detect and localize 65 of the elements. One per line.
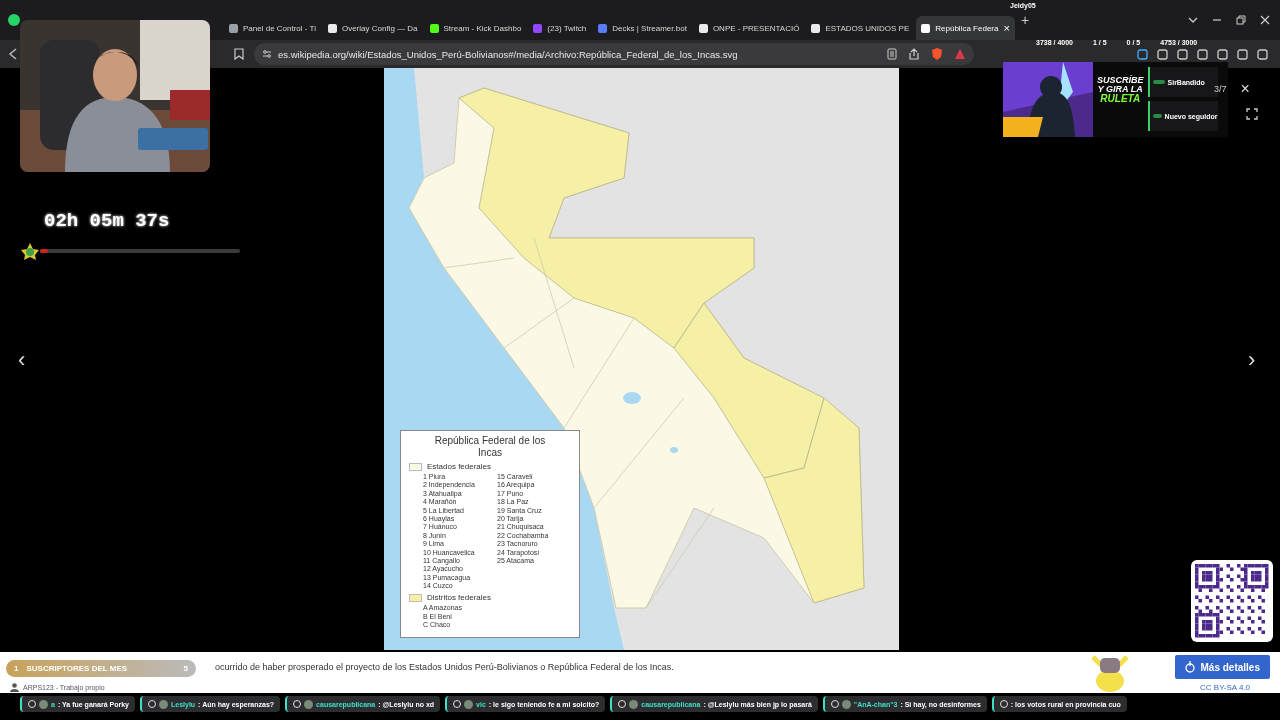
toolbar-icon[interactable] (1217, 48, 1228, 60)
close-button[interactable]: × (1240, 80, 1250, 98)
note-icon (293, 700, 302, 708)
avatar-icon (841, 699, 851, 709)
subscribers-banner: 1 SUSCRIPTORES DEL MES 5 (6, 660, 196, 677)
next-button[interactable]: › (1248, 347, 1262, 373)
more-details-button[interactable]: Más detalles (1174, 655, 1270, 679)
close-icon[interactable] (1260, 15, 1270, 25)
promo-text: RULETA (1100, 94, 1141, 104)
info-icon (1184, 661, 1195, 673)
alert-tag-icon (1152, 80, 1165, 84)
toolbar-icon[interactable] (1257, 48, 1268, 60)
previous-button[interactable]: ‹ (18, 347, 32, 373)
browser-tab[interactable]: ONPE - PRESENTACIÓ (693, 16, 805, 40)
legend-title: República Federal de los Incas (433, 435, 547, 458)
browser-tab[interactable]: Stream - Kick Dashbo (424, 16, 527, 40)
toolbar-icon[interactable] (1197, 48, 1208, 60)
mascot-icon (20, 242, 40, 260)
browser-tab[interactable]: Decks | Streamer.bot (593, 16, 692, 40)
avatar-icon (464, 699, 474, 709)
promo-text: SUSCRÍBE (1097, 76, 1144, 85)
note-icon (28, 700, 36, 708)
alert-tag-icon (1152, 114, 1162, 118)
triangle-icon[interactable] (954, 48, 966, 60)
note-icon (999, 700, 1008, 708)
note-icon (148, 700, 156, 708)
browser-tab[interactable]: República Federa × (916, 16, 1015, 40)
user-icon (10, 683, 19, 692)
avatar-icon (304, 699, 314, 709)
image-description: ocurrido de haber prosperado el proyecto de los Estados Unidos Perú-Bolivianos o República Federal de los Incas. (215, 662, 674, 672)
image-counter: 3/7 (1214, 84, 1227, 94)
legend-label: Estados federales (427, 462, 492, 471)
avatar-icon (629, 699, 639, 709)
bookmark-icon[interactable] (234, 48, 244, 60)
site-info-icon[interactable] (262, 49, 272, 59)
note-icon (453, 700, 462, 708)
reader-icon[interactable] (887, 48, 897, 60)
note-icon (830, 700, 839, 708)
toolbar-icon[interactable] (1177, 48, 1188, 60)
browser-tab[interactable]: Panel de Control - Ti (224, 16, 321, 40)
toolbar-icon[interactable] (1237, 48, 1248, 60)
note-icon (618, 700, 627, 708)
fullscreen-icon[interactable] (1246, 108, 1258, 120)
address-field[interactable]: es.wikipedia.org/wiki/Estados_Unidos_Perú-Bolivianos#/media/Archivo:República_Federal_de_los_Incas.svg (254, 43, 974, 65)
qr-code[interactable] (1191, 560, 1273, 642)
creature-drawing (1090, 652, 1130, 692)
promo-text: Y GIRA LA (1097, 85, 1143, 94)
new-tab-button[interactable]: + (1020, 12, 1030, 28)
license-label: CC BY-SA 4.0 (1200, 683, 1250, 692)
browser-tab[interactable]: ESTADOS UNIDOS PE (806, 16, 915, 40)
toolbar-icon[interactable] (1157, 48, 1168, 60)
browser-tab[interactable]: (23) Twitch (528, 16, 592, 40)
stream-timer: 02h 05m 37s (44, 210, 171, 232)
extension-icon[interactable] (1137, 48, 1148, 60)
close-tab-button[interactable]: × (1003, 22, 1010, 34)
shield-icon[interactable] (931, 48, 943, 60)
chevron-down-icon[interactable] (1188, 15, 1198, 25)
restore-icon[interactable] (1236, 15, 1246, 25)
legend-label: Distritos federales (427, 593, 492, 603)
avatar-icon (39, 699, 48, 709)
avatar-icon (159, 699, 168, 709)
back-icon[interactable] (8, 48, 18, 60)
app-icon[interactable] (8, 14, 20, 26)
share-icon[interactable] (908, 48, 920, 60)
browser-tab[interactable]: Overlay Config — Da (322, 16, 423, 40)
